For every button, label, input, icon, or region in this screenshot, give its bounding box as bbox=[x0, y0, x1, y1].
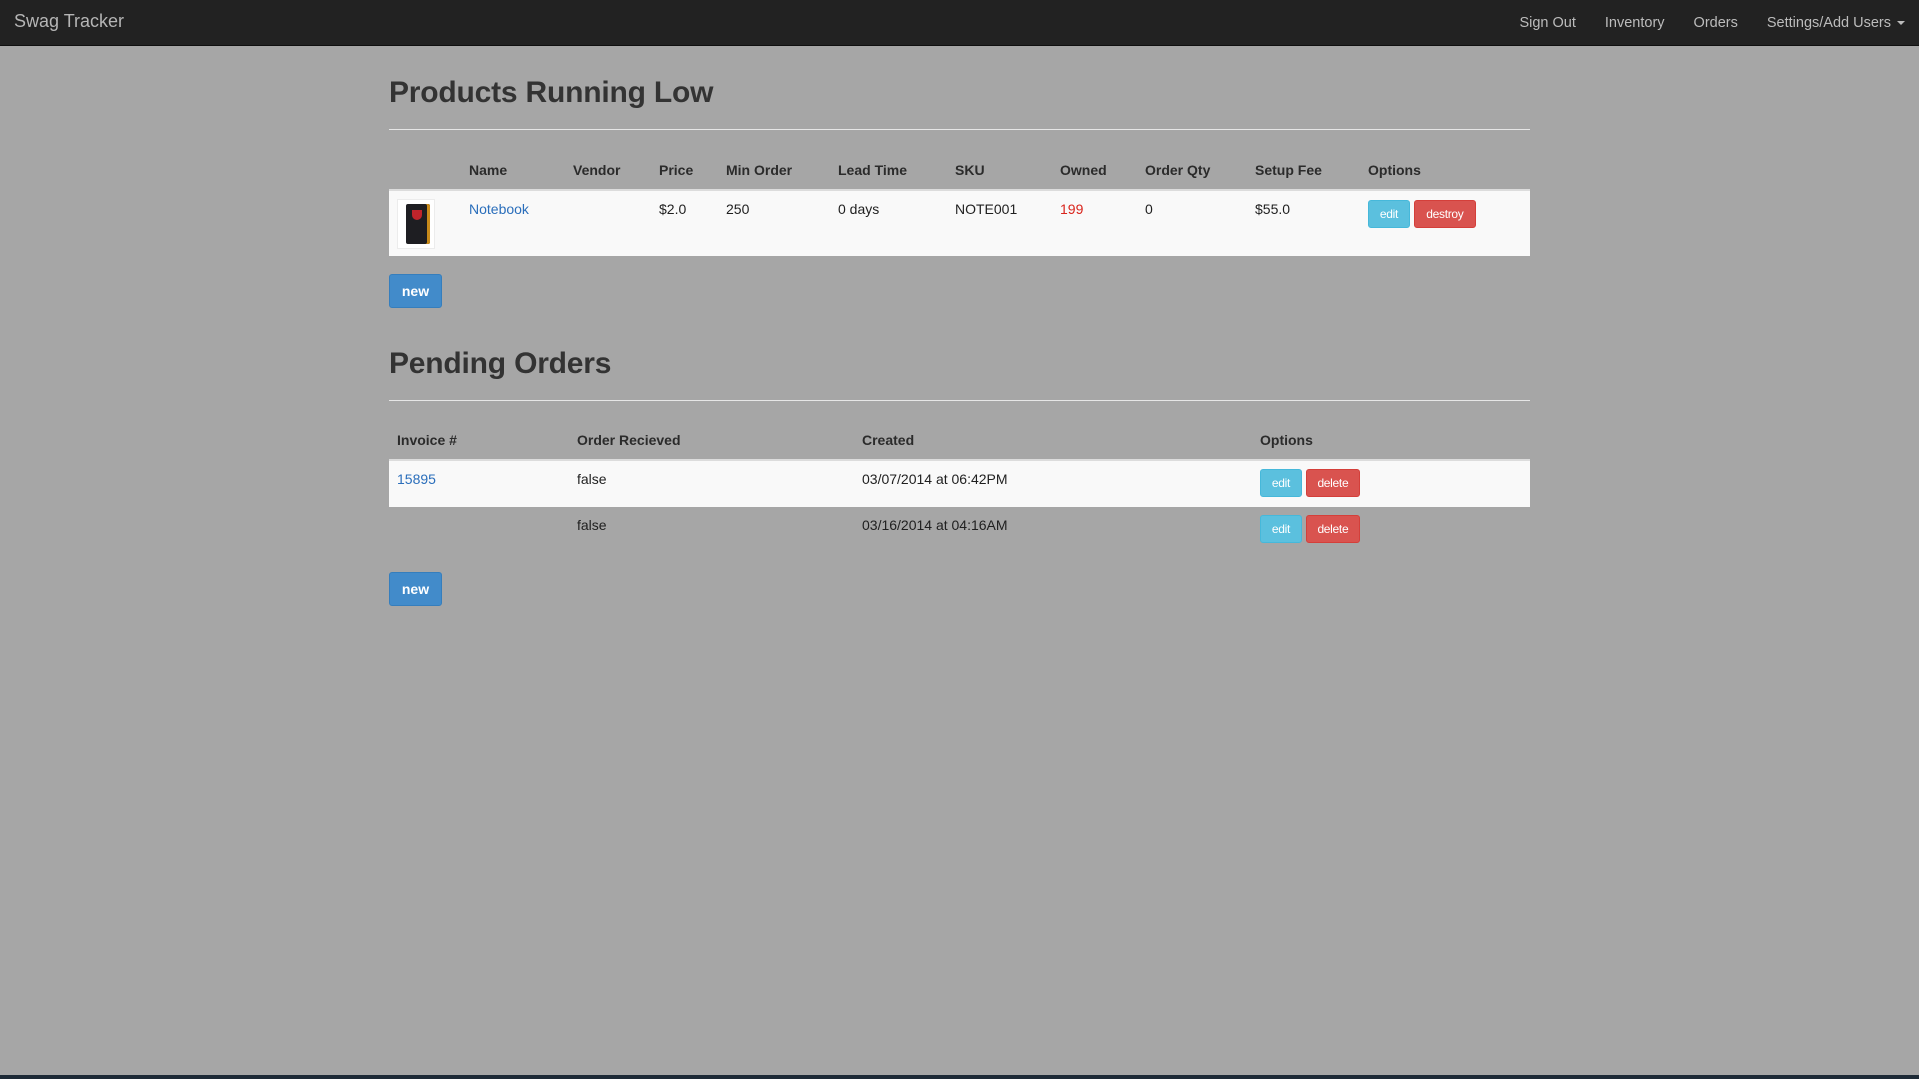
edit-button[interactable]: edit bbox=[1368, 200, 1410, 228]
orders-divider bbox=[389, 400, 1530, 401]
col-created: Created bbox=[862, 431, 915, 448]
notebook-cover bbox=[406, 204, 430, 244]
col-min-order: Min Order bbox=[726, 161, 793, 178]
bottom-edge bbox=[0, 1075, 1919, 1079]
order-options: edit delete bbox=[1252, 460, 1530, 507]
product-setup-fee: $55.0 bbox=[1255, 201, 1291, 217]
order-options: edit delete bbox=[1252, 507, 1530, 554]
product-image-cell bbox=[389, 190, 461, 256]
table-row: false 03/16/2014 at 04:16AM edit delete bbox=[389, 507, 1530, 554]
product-owned: 199 bbox=[1060, 201, 1084, 217]
product-order-qty: 0 bbox=[1145, 201, 1153, 217]
caret-down-icon bbox=[1897, 21, 1905, 26]
orders-table: Invoice # Order Recieved Created Options… bbox=[389, 420, 1530, 554]
products-title: Products Running Low bbox=[389, 76, 714, 109]
col-name: Name bbox=[469, 161, 508, 178]
product-vendor bbox=[565, 190, 651, 256]
nav-settings-dropdown[interactable]: Settings/Add Users bbox=[1767, 15, 1905, 31]
col-options: Options bbox=[1260, 431, 1313, 448]
shield-badge-icon bbox=[412, 210, 422, 220]
product-min-order: 250 bbox=[726, 201, 750, 217]
nav-inventory[interactable]: Inventory bbox=[1605, 15, 1665, 31]
product-sku: NOTE001 bbox=[955, 201, 1018, 217]
order-created: 03/07/2014 at 06:42PM bbox=[862, 471, 1008, 487]
delete-button[interactable]: delete bbox=[1305, 515, 1360, 543]
delete-button[interactable]: delete bbox=[1305, 469, 1360, 497]
product-options: edit destroy bbox=[1360, 190, 1530, 256]
orders-title: Pending Orders bbox=[389, 347, 612, 380]
nav-settings-label: Settings/Add Users bbox=[1766, 15, 1891, 31]
products-header-row: Name Vendor Price Min Order Lead Time SK… bbox=[389, 150, 1530, 190]
col-lead-time: Lead Time bbox=[838, 161, 907, 178]
product-name-link[interactable]: Notebook bbox=[469, 201, 529, 217]
table-row: 15895 false 03/07/2014 at 06:42PM edit d… bbox=[389, 460, 1530, 507]
edit-button[interactable]: edit bbox=[1260, 469, 1302, 497]
main-container: Products Running Low Name Vendor Price M… bbox=[389, 0, 1530, 1079]
table-row: Notebook $2.0 250 0 days NOTE001 199 0 $… bbox=[389, 190, 1530, 256]
products-divider bbox=[389, 129, 1530, 130]
col-owned: Owned bbox=[1060, 161, 1107, 178]
col-vendor: Vendor bbox=[573, 161, 621, 178]
col-options: Options bbox=[1368, 161, 1421, 178]
col-invoice: Invoice # bbox=[397, 431, 457, 448]
edit-button[interactable]: edit bbox=[1260, 515, 1302, 543]
new-product-button[interactable]: new bbox=[389, 274, 442, 308]
order-received: false bbox=[577, 471, 607, 487]
order-created: 03/16/2014 at 04:16AM bbox=[862, 517, 1008, 533]
destroy-button[interactable]: destroy bbox=[1413, 200, 1476, 228]
col-sku: SKU bbox=[955, 161, 985, 178]
order-received: false bbox=[577, 517, 607, 533]
product-price: $2.0 bbox=[659, 201, 687, 217]
product-lead-time: 0 days bbox=[838, 201, 880, 217]
nav-orders[interactable]: Orders bbox=[1694, 15, 1738, 31]
orders-header-row: Invoice # Order Recieved Created Options bbox=[389, 420, 1530, 460]
notebook-image bbox=[397, 199, 435, 249]
col-order-qty: Order Qty bbox=[1145, 161, 1211, 178]
col-price: Price bbox=[659, 161, 694, 178]
col-image bbox=[389, 150, 461, 190]
invoice-link[interactable]: 15895 bbox=[397, 471, 436, 487]
products-table: Name Vendor Price Min Order Lead Time SK… bbox=[389, 150, 1530, 256]
nav-links: Sign Out Inventory Orders Settings/Add U… bbox=[1490, 0, 1905, 46]
col-order-received: Order Recieved bbox=[577, 431, 681, 448]
col-setup-fee: Setup Fee bbox=[1255, 161, 1322, 178]
brand-logo-text[interactable]: Swag Tracker bbox=[14, 11, 124, 32]
new-order-button[interactable]: new bbox=[389, 572, 442, 606]
